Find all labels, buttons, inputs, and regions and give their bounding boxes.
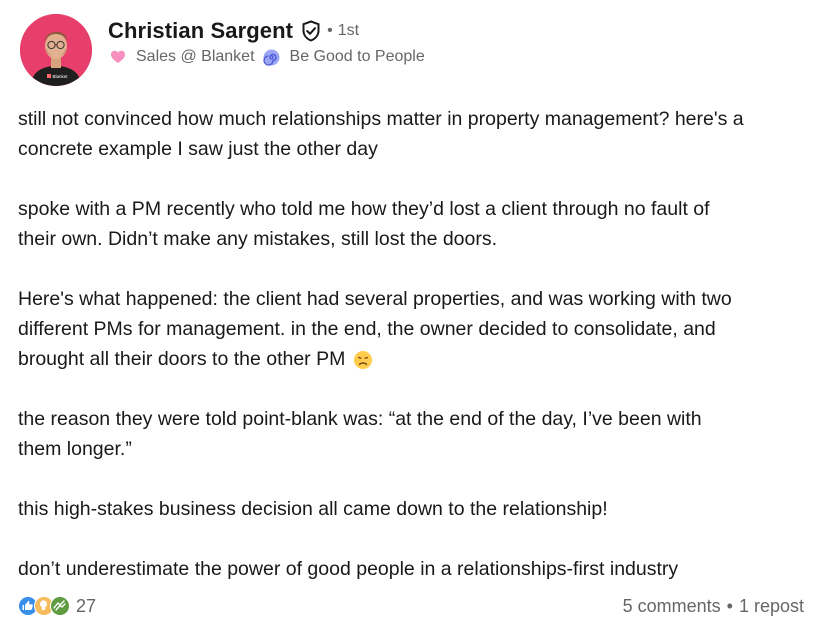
post-line: don’t underestimate the power of good pe… — [18, 558, 679, 580]
author-name[interactable]: Christian Sargent — [108, 18, 293, 44]
post-paragraph: this high-stakes business decision all c… — [18, 494, 808, 524]
author-name-row: Christian Sargent • 1st — [108, 16, 425, 46]
comments-count[interactable]: 5 comments — [623, 596, 721, 617]
engagement-stats: 5 comments • 1 repost — [623, 596, 804, 617]
post-paragraph: spoke with a PM recently who told me how… — [18, 194, 808, 254]
stats-separator: • — [726, 595, 733, 616]
headline-part2: Be Good to People — [289, 48, 425, 65]
post-line: concrete example I saw just the other da… — [18, 138, 378, 160]
pink-heart-emoji — [110, 49, 126, 65]
post-line: them longer.” — [18, 438, 132, 460]
post-line: Here's what happened: the client had sev… — [18, 288, 732, 310]
post-line: spoke with a PM recently who told me how… — [18, 198, 710, 220]
avatar[interactable]: Blanket — [20, 14, 92, 86]
disappointed-face-emoji — [353, 349, 373, 369]
reposts-count[interactable]: 1 repost — [739, 596, 804, 617]
post-line: their own. Didn’t make any mistakes, sti… — [18, 228, 498, 250]
post-paragraph: still not convinced how much relationshi… — [18, 104, 808, 164]
shield-check-icon — [301, 20, 321, 42]
post-line: different PMs for management. in the end… — [18, 318, 716, 340]
post-header: Blanket Christian Sargent • 1st Sales @ … — [20, 14, 800, 90]
post-line-with-emoji: brought all their doors to the other PM — [18, 344, 808, 374]
post-line: this high-stakes business decision all c… — [18, 498, 608, 520]
post-line: the reason they were told point-blank wa… — [18, 408, 702, 430]
author-headline: Sales @ Blanket Be Good to People — [108, 48, 425, 66]
avatar-photo: Blanket — [20, 14, 92, 86]
social-counts-bar: 27 5 comments • 1 repost — [18, 593, 804, 619]
post-line: still not convinced how much relationshi… — [18, 108, 744, 130]
svg-text:Blanket: Blanket — [53, 74, 69, 79]
post-body: still not convinced how much relationshi… — [18, 104, 808, 584]
post-paragraph: don’t underestimate the power of good pe… — [18, 554, 808, 584]
reactions-summary[interactable]: 27 — [18, 596, 96, 617]
connection-separator: • — [327, 22, 333, 39]
reaction-count[interactable]: 27 — [76, 596, 96, 617]
connection-degree: 1st — [337, 22, 360, 39]
post-paragraph: Here's what happened: the client had sev… — [18, 284, 808, 374]
author-info: Christian Sargent • 1st Sales @ Blanket — [108, 16, 425, 66]
headline-part1: Sales @ Blanket — [136, 48, 255, 65]
post-paragraph: the reason they were told point-blank wa… — [18, 404, 808, 464]
reaction-icons — [18, 596, 70, 616]
spiral-emoji — [262, 49, 280, 66]
support-reaction-icon — [50, 596, 70, 616]
post-line: brought all their doors to the other PM — [18, 348, 346, 370]
